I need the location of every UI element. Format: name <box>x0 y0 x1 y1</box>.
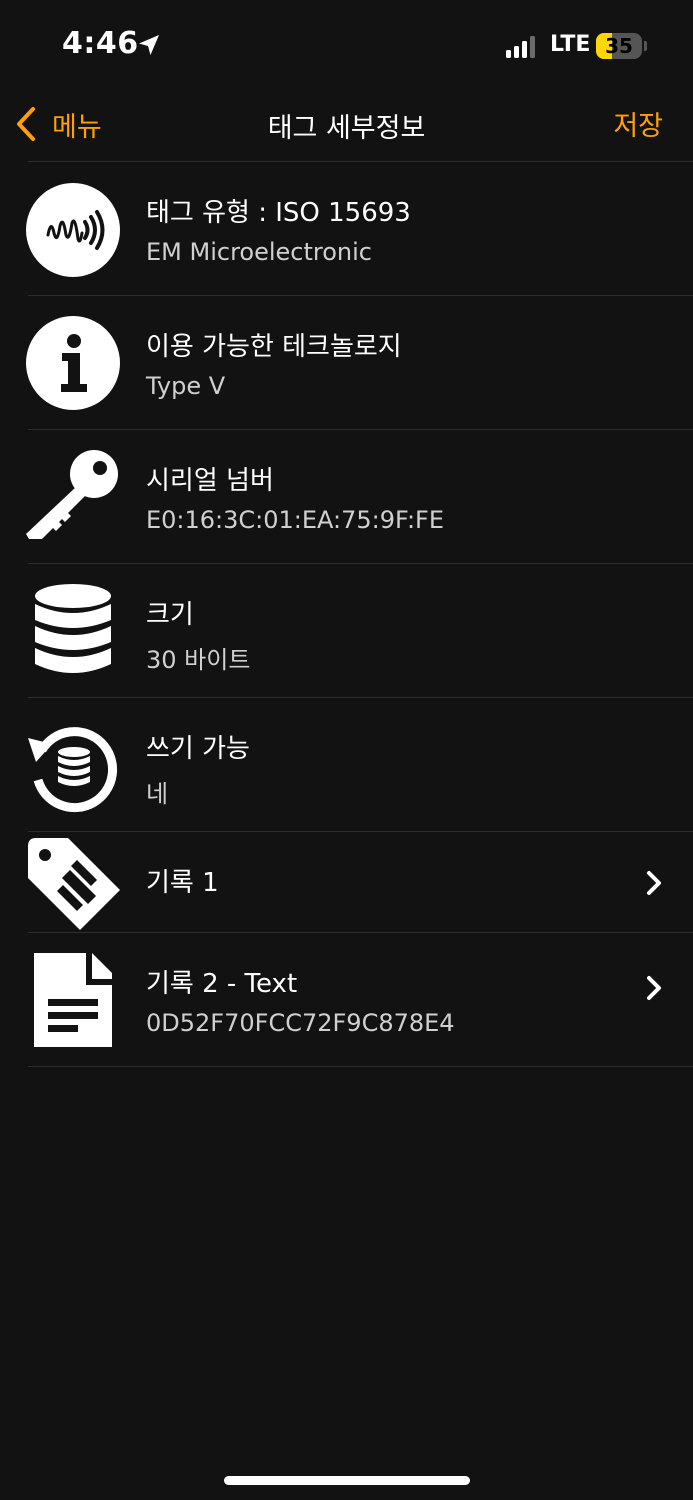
chevron-right-icon <box>647 976 661 1000</box>
home-indicator[interactable] <box>224 1476 470 1485</box>
row-technologies: 이용 가능한 테크놀로지 Type V <box>0 296 693 429</box>
row-title: 이용 가능한 테크놀로지 <box>146 332 402 362</box>
row-title: 기록 1 <box>146 868 219 898</box>
info-icon <box>26 316 120 410</box>
nfc-wave-icon <box>26 183 120 277</box>
row-title: 크기 <box>146 600 194 630</box>
tag-icon <box>28 838 120 930</box>
row-size: 크기 30 바이트 <box>0 564 693 697</box>
row-subtitle: 0D52F70FCC72F9C878E4 <box>146 1009 455 1037</box>
battery-nub <box>644 41 647 51</box>
row-tag-type: 태그 유형 : ISO 15693 EM Microelectronic <box>0 162 693 295</box>
network-type: LTE <box>550 32 591 57</box>
status-time: 4:46 <box>62 26 139 61</box>
row-title: 시리얼 넘버 <box>146 466 274 496</box>
row-title: 태그 유형 : ISO 15693 <box>146 198 411 228</box>
row-record-1[interactable]: 기록 1 <box>0 832 693 932</box>
row-subtitle: EM Microelectronic <box>146 238 372 266</box>
row-subtitle: Type V <box>146 372 226 400</box>
location-arrow-icon <box>139 35 159 55</box>
battery-level: 35 <box>605 34 633 58</box>
row-serial-number: 시리얼 넘버 E0:16:3C:01:EA:75:9F:FE <box>0 430 693 563</box>
key-icon <box>26 450 118 539</box>
navigation-bar: 메뉴 태그 세부정보 저장 <box>0 92 693 160</box>
row-subtitle: E0:16:3C:01:EA:75:9F:FE <box>146 506 445 534</box>
row-writable: 쓰기 가능 네 <box>0 698 693 831</box>
page-title: 태그 세부정보 <box>267 113 426 144</box>
row-subtitle: 네 <box>146 780 169 808</box>
writable-database-icon <box>28 727 117 813</box>
save-button[interactable]: 저장 <box>613 104 663 143</box>
chevron-right-icon <box>647 871 661 895</box>
cellular-signal-icon <box>506 36 535 58</box>
battery-icon: 35 <box>596 33 642 59</box>
row-title: 기록 2 - Text <box>146 969 298 999</box>
row-title: 쓰기 가능 <box>146 734 250 764</box>
status-bar: 4:46 LTE 35 <box>0 0 693 92</box>
row-record-2[interactable]: 기록 2 - Text 0D52F70FCC72F9C878E4 <box>0 933 693 1066</box>
database-icon <box>35 584 111 673</box>
divider <box>28 1066 693 1067</box>
row-subtitle: 30 바이트 <box>146 646 251 674</box>
document-icon <box>34 953 112 1047</box>
